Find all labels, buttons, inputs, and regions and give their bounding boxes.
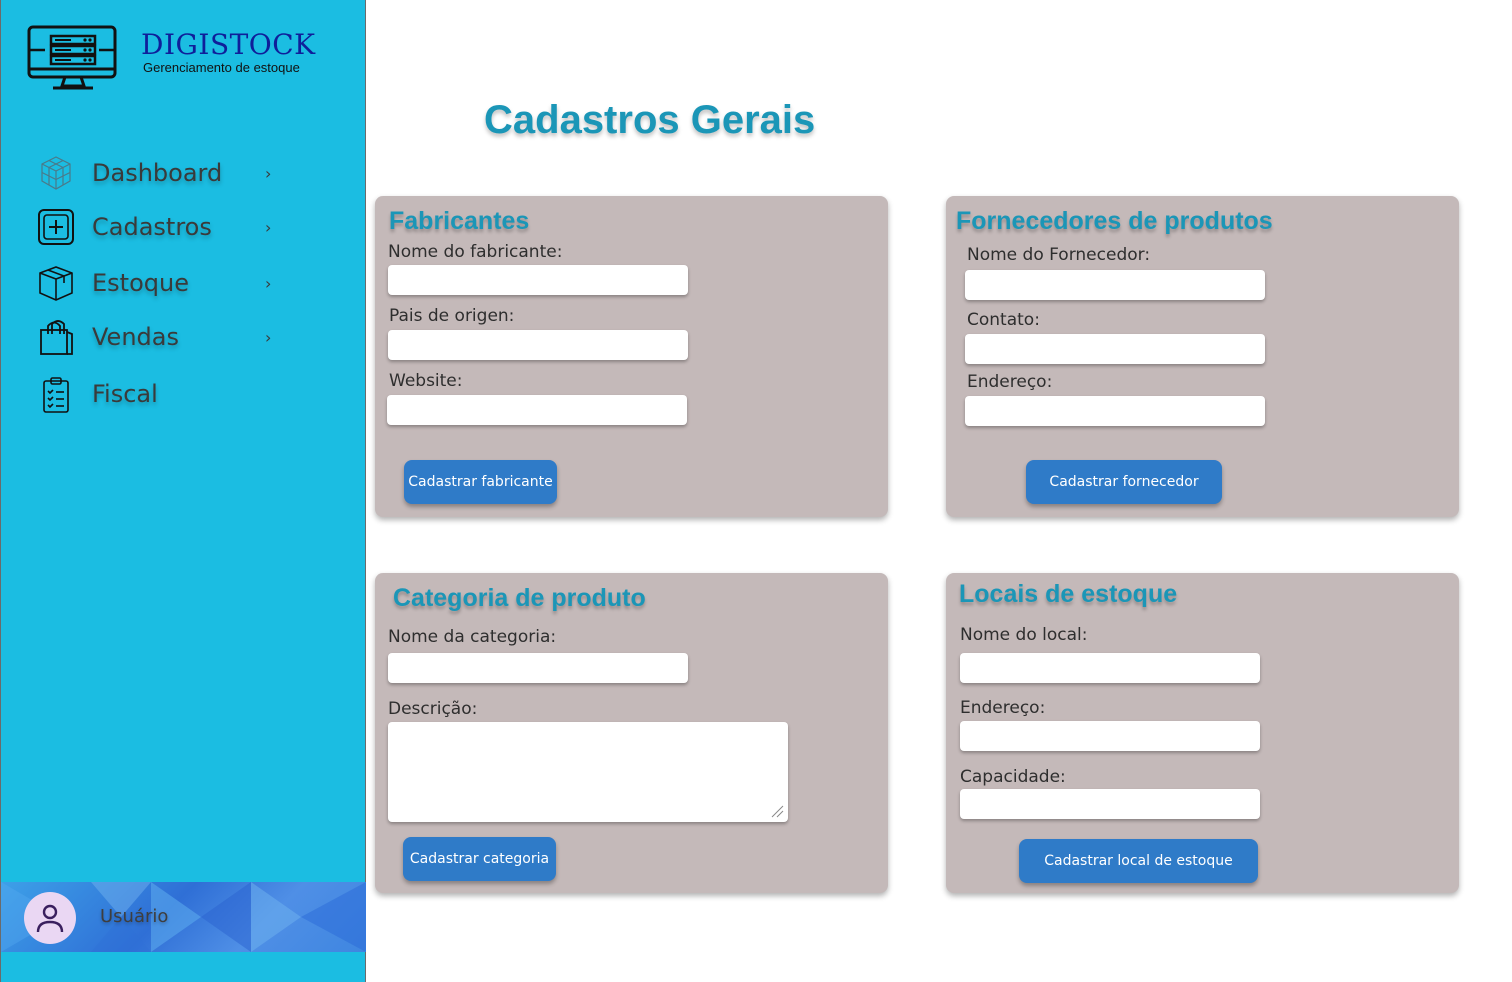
sidebar-item-label: Fiscal [92,380,158,408]
sidebar-item-label: Vendas [92,323,179,351]
sidebar-item-vendas[interactable]: Vendas › [37,315,287,359]
field-label: Descrição: [388,699,478,719]
user-name: Usuário [100,906,169,927]
chevron-right-icon: › [265,217,272,237]
clipboard-icon [37,375,75,413]
chevron-right-icon: › [265,163,272,183]
fabricantes-card: Fabricantes Nome do fabricante: Pais de … [375,196,888,517]
field-label: Nome da categoria: [388,627,557,647]
supplier-name-input[interactable] [965,270,1265,300]
contact-input[interactable] [965,334,1265,364]
sidebar-item-estoque[interactable]: Estoque › [37,261,287,305]
sidebar-item-dashboard[interactable]: Dashboard › [37,151,287,195]
card-title: Locais de estoque [959,580,1178,608]
sidebar-item-label: Estoque [92,269,189,297]
manufacturer-name-input[interactable] [388,265,688,295]
avatar[interactable] [24,892,76,944]
app-logo[interactable]: DIGISTOCK Gerenciamento de estoque [27,24,327,94]
description-wrapper [388,722,788,822]
location-name-input[interactable] [960,653,1260,683]
chevron-right-icon: › [265,327,272,347]
register-category-button[interactable]: Cadastrar categoria [403,837,556,881]
website-input[interactable] [387,395,687,425]
sidebar-item-label: Cadastros [92,213,212,241]
field-label: Nome do Fornecedor: [967,245,1151,265]
box-icon [37,264,75,302]
capacity-input[interactable] [960,789,1260,819]
field-label: Capacidade: [960,767,1066,787]
card-title: Fabricantes [389,207,530,235]
description-textarea[interactable] [388,722,788,822]
field-label: Contato: [967,310,1040,330]
card-title: Categoria de produto [393,584,646,612]
card-title: Fornecedores de produtos [956,207,1273,235]
category-name-input[interactable] [388,653,688,683]
user-profile-bar[interactable]: Usuário [1,882,366,952]
field-label: Nome do fabricante: [388,242,563,262]
field-label: Pais de origen: [389,306,515,326]
brand-name: DIGISTOCK [141,28,316,61]
categoria-card: Categoria de produto Nome da categoria: … [375,573,888,893]
chevron-right-icon: › [265,273,272,293]
cubes-icon [37,154,75,192]
register-supplier-button[interactable]: Cadastrar fornecedor [1026,460,1222,504]
register-location-button[interactable]: Cadastrar local de estoque [1019,839,1258,883]
shopping-bag-icon [37,318,75,356]
origin-country-input[interactable] [388,330,688,360]
brand-tagline: Gerenciamento de estoque [143,60,300,75]
fornecedores-card: Fornecedores de produtos Nome do Fornece… [946,196,1459,517]
resize-grip-icon[interactable] [770,804,784,818]
field-label: Website: [389,371,463,391]
page-title: Cadastros Gerais [484,98,816,142]
field-label: Endereço: [967,372,1053,392]
locais-card: Locais de estoque Nome do local: Endereç… [946,573,1459,893]
sidebar-item-label: Dashboard [92,159,223,187]
field-label: Nome do local: [960,625,1088,645]
sidebar-item-fiscal[interactable]: Fiscal [37,372,287,416]
register-manufacturer-button[interactable]: Cadastrar fabricante [404,460,557,504]
plus-box-icon [37,208,75,246]
monitor-server-icon [27,25,117,90]
supplier-address-input[interactable] [965,396,1265,426]
sidebar: DIGISTOCK Gerenciamento de estoque Dashb… [0,0,366,982]
location-address-input[interactable] [960,721,1260,751]
user-icon [36,904,64,933]
sidebar-item-cadastros[interactable]: Cadastros › [37,205,287,249]
field-label: Endereço: [960,698,1046,718]
